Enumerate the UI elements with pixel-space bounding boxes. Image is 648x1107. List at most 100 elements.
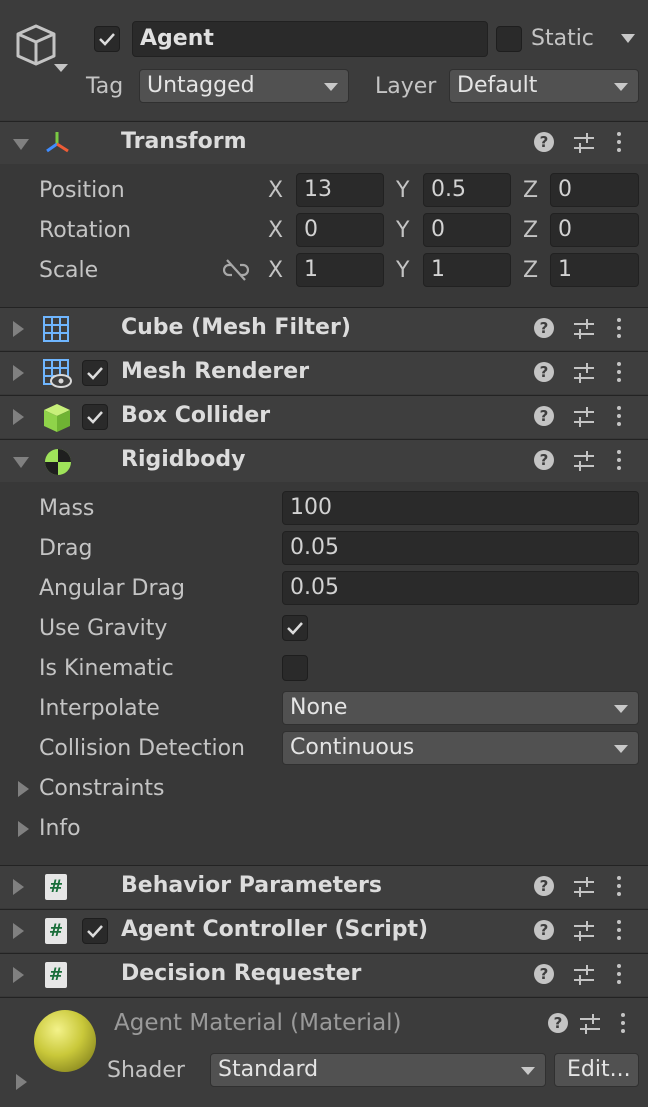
foldout-closed-icon[interactable] [16, 1074, 27, 1090]
kebab-menu-icon[interactable] [616, 920, 622, 944]
behavior-parameters-header[interactable]: # Behavior Parameters ? [0, 865, 648, 908]
help-icon[interactable]: ? [534, 964, 554, 984]
kebab-menu-icon[interactable] [616, 406, 622, 430]
rotation-x-field[interactable]: 0 [296, 213, 384, 247]
mesh-grid-icon [43, 316, 69, 348]
agent-controller-header[interactable]: # Agent Controller (Script) ? [0, 909, 648, 952]
script-hash-icon: # [45, 874, 67, 900]
tag-dropdown[interactable]: Untagged [139, 69, 349, 103]
shader-edit-button[interactable]: Edit... [554, 1053, 639, 1087]
help-icon[interactable]: ? [534, 450, 554, 470]
chevron-down-icon [614, 83, 628, 91]
presets-icon[interactable] [572, 132, 596, 160]
scale-x-field[interactable]: 1 [296, 253, 384, 287]
collision-detection-label: Collision Detection [39, 736, 246, 761]
mass-label: Mass [39, 496, 95, 521]
kebab-menu-icon[interactable] [616, 450, 622, 474]
position-y-axis[interactable]: Y [396, 176, 409, 206]
static-dropdown-arrow[interactable] [621, 34, 635, 43]
foldout-open-icon[interactable] [13, 457, 29, 468]
presets-icon[interactable] [572, 964, 596, 992]
rigidbody-icon [43, 447, 73, 483]
rotation-z-axis[interactable]: Z [523, 216, 538, 246]
help-icon[interactable]: ? [534, 876, 554, 896]
box-collider-header[interactable]: Box Collider ? [0, 395, 648, 438]
info-foldout[interactable]: Info [18, 814, 318, 844]
position-z-field[interactable]: 0 [550, 173, 639, 207]
active-toggle[interactable] [94, 26, 120, 52]
use-gravity-label: Use Gravity [39, 616, 168, 641]
help-icon[interactable]: ? [534, 362, 554, 382]
rotation-y-axis[interactable]: Y [396, 216, 409, 246]
presets-icon[interactable] [572, 920, 596, 948]
foldout-closed-icon[interactable] [13, 879, 24, 895]
help-icon[interactable]: ? [534, 406, 554, 426]
presets-icon[interactable] [572, 406, 596, 434]
static-toggle[interactable] [496, 26, 522, 52]
position-label: Position [39, 178, 125, 203]
angular-drag-field[interactable]: 0.05 [282, 571, 639, 605]
box-collider-enabled-toggle[interactable] [82, 404, 108, 430]
kebab-menu-icon[interactable] [616, 876, 622, 900]
constraints-label: Constraints [39, 776, 165, 801]
kebab-menu-icon[interactable] [616, 318, 622, 342]
position-x-axis[interactable]: X [268, 176, 283, 206]
rigidbody-header[interactable]: Rigidbody ? [0, 439, 648, 482]
foldout-closed-icon[interactable] [13, 409, 24, 425]
help-icon[interactable]: ? [534, 920, 554, 940]
collision-detection-value: Continuous [290, 735, 415, 760]
transform-header[interactable]: Transform ? [0, 121, 648, 164]
cube-outline-icon[interactable] [14, 22, 70, 82]
scale-y-field[interactable]: 1 [423, 253, 511, 287]
use-gravity-checkbox[interactable] [282, 615, 308, 641]
kebab-menu-icon[interactable] [616, 362, 622, 386]
position-y-field[interactable]: 0.5 [423, 173, 511, 207]
mesh-renderer-header[interactable]: Mesh Renderer ? [0, 351, 648, 394]
is-kinematic-checkbox[interactable] [282, 655, 308, 681]
scale-x-axis[interactable]: X [268, 256, 283, 286]
scale-z-axis[interactable]: Z [523, 256, 538, 286]
shader-edit-label: Edit... [567, 1057, 631, 1082]
agent-controller-enabled-toggle[interactable] [82, 918, 108, 944]
constrain-proportions-icon[interactable] [222, 259, 250, 287]
presets-icon[interactable] [572, 450, 596, 478]
interpolate-label: Interpolate [39, 696, 160, 721]
foldout-open-icon[interactable] [13, 139, 29, 150]
mesh-renderer-enabled-toggle[interactable] [82, 360, 108, 386]
scale-y-axis[interactable]: Y [396, 256, 409, 286]
decision-requester-header[interactable]: # Decision Requester ? [0, 953, 648, 996]
rotation-z-field[interactable]: 0 [550, 213, 639, 247]
position-x-field[interactable]: 13 [296, 173, 384, 207]
foldout-closed-icon[interactable] [13, 967, 24, 983]
rotation-y-field[interactable]: 0 [423, 213, 511, 247]
mesh-filter-header[interactable]: Cube (Mesh Filter) ? [0, 307, 648, 350]
behavior-parameters-title: Behavior Parameters [121, 873, 383, 898]
kebab-menu-icon[interactable] [616, 964, 622, 988]
help-icon[interactable]: ? [548, 1013, 568, 1033]
shader-dropdown[interactable]: Standard [210, 1053, 546, 1087]
collision-detection-dropdown[interactable]: Continuous [282, 731, 639, 765]
rigidbody-title: Rigidbody [121, 447, 246, 472]
foldout-closed-icon[interactable] [13, 321, 24, 337]
kebab-menu-icon[interactable] [616, 132, 622, 156]
scale-z-field[interactable]: 1 [550, 253, 639, 287]
position-z-axis[interactable]: Z [523, 176, 538, 206]
mass-field[interactable]: 100 [282, 491, 639, 525]
presets-icon[interactable] [572, 876, 596, 904]
interpolate-dropdown[interactable]: None [282, 691, 639, 725]
presets-icon[interactable] [572, 362, 596, 390]
help-icon[interactable]: ? [534, 132, 554, 152]
presets-icon[interactable] [572, 318, 596, 346]
material-sphere-preview[interactable] [34, 1010, 96, 1072]
kebab-menu-icon[interactable] [620, 1013, 626, 1037]
help-icon[interactable]: ? [534, 318, 554, 338]
name-field[interactable]: Agent [132, 21, 488, 57]
layer-dropdown[interactable]: Default [449, 69, 639, 103]
presets-icon[interactable] [578, 1013, 602, 1041]
rotation-x-axis[interactable]: X [268, 216, 283, 246]
foldout-closed-icon[interactable] [13, 365, 24, 381]
mesh-renderer-icon [43, 359, 73, 395]
constraints-foldout[interactable]: Constraints [18, 774, 318, 804]
drag-field[interactable]: 0.05 [282, 531, 639, 565]
foldout-closed-icon[interactable] [13, 923, 24, 939]
